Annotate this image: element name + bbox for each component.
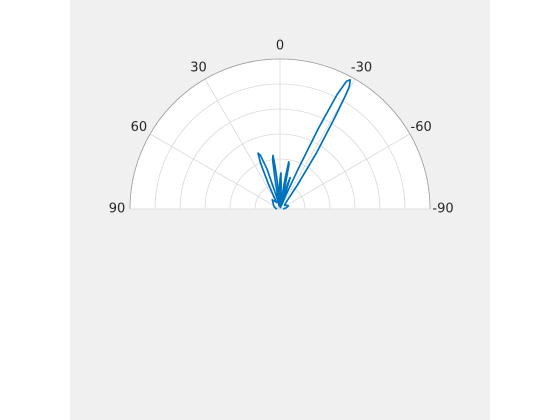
- theta-tick-label: -60: [411, 120, 432, 135]
- theta-tick-label: -30: [351, 60, 372, 75]
- theta-tick-label: 30: [190, 60, 207, 75]
- theta-tick-label: 90: [109, 202, 126, 217]
- theta-tick-label: 60: [131, 120, 148, 135]
- theta-tick-label: 0: [276, 39, 284, 54]
- theta-tick-label: -90: [432, 202, 453, 217]
- figure: 0 30 -30 60 -60 90 -90: [0, 0, 560, 420]
- polar-plot: 0 30 -30 60 -60 90 -90: [109, 39, 454, 217]
